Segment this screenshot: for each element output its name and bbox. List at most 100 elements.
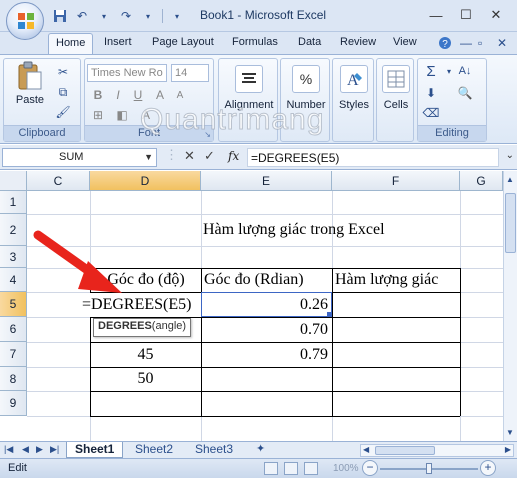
scroll-up-icon[interactable]: ▲ [506, 175, 514, 184]
row-header-4[interactable]: 4 [0, 268, 27, 292]
cancel-icon[interactable]: ✕ [184, 148, 195, 164]
row-header-6[interactable]: 6 [0, 317, 27, 342]
row-header-9[interactable]: 9 [0, 391, 27, 416]
font-size-box[interactable]: 14 [171, 64, 209, 82]
zoom-level[interactable]: 100% [333, 463, 359, 474]
row-header-5[interactable]: 5 [0, 292, 27, 317]
minimize-button[interactable]: — [421, 4, 451, 26]
clear-icon[interactable]: ⌫ [422, 105, 440, 121]
first-sheet-icon[interactable]: |◀ [4, 444, 13, 455]
font-grow-icon[interactable]: A [151, 87, 169, 103]
gridline [27, 214, 503, 215]
horizontal-scroll-thumb[interactable] [375, 446, 435, 455]
row-header-1[interactable]: 1 [0, 191, 27, 214]
table-border [90, 416, 460, 417]
fill-icon[interactable]: ⬇ [422, 85, 440, 101]
underline-icon[interactable]: U [129, 87, 147, 103]
row-header-2[interactable]: 2 [0, 214, 27, 246]
copy-icon[interactable]: ⧉ [54, 84, 72, 100]
scroll-left-icon[interactable]: ◀ [363, 445, 369, 454]
find-select-icon[interactable]: 🔍 [456, 85, 474, 101]
prev-sheet-icon[interactable]: ◀ [22, 444, 29, 455]
font-shrink-icon[interactable]: A [171, 87, 189, 103]
bold-icon[interactable]: B [89, 87, 107, 103]
zoom-slider-thumb[interactable] [426, 463, 432, 474]
drag-handle-icon[interactable]: ⋮ [165, 147, 178, 163]
autosum-icon[interactable]: Σ [422, 63, 440, 80]
insert-sheet-icon[interactable]: ✦ [248, 442, 273, 458]
horizontal-scrollbar[interactable]: ◀ ▶ [360, 444, 514, 457]
vertical-scroll-thumb[interactable] [505, 193, 516, 253]
ribbon-minimize-icon[interactable]: — [460, 36, 472, 50]
workbook-close-icon[interactable]: ✕ [497, 36, 507, 50]
close-button[interactable]: ✕ [481, 4, 511, 26]
customize-qat-icon[interactable]: ▾ [169, 8, 185, 24]
zoom-in-icon[interactable]: + [480, 460, 496, 476]
tab-data[interactable]: Data [298, 36, 321, 48]
ribbon-restore-icon[interactable]: ▫ [478, 36, 482, 50]
cell-d8[interactable]: 50 [90, 367, 201, 391]
last-sheet-icon[interactable]: ▶| [50, 444, 59, 455]
alignment-icon [235, 65, 263, 93]
tab-insert[interactable]: Insert [104, 36, 132, 48]
scroll-right-icon[interactable]: ▶ [505, 445, 511, 454]
sort-filter-icon[interactable]: A↓ [456, 63, 474, 79]
cut-icon[interactable]: ✂ [54, 64, 72, 80]
column-header-f[interactable]: F [332, 171, 460, 191]
enter-icon[interactable]: ✓ [204, 148, 215, 164]
cell-e4[interactable]: Góc đo (Rdian) [204, 268, 304, 292]
row-header-7[interactable]: 7 [0, 342, 27, 367]
select-all-corner[interactable] [0, 171, 27, 191]
format-painter-icon[interactable]: 🖌 [54, 104, 72, 120]
redo-dropdown-icon[interactable]: ▾ [140, 8, 156, 24]
italic-icon[interactable]: I [109, 87, 127, 103]
name-box-dropdown-icon[interactable]: ▼ [144, 152, 153, 162]
tab-page-layout[interactable]: Page Layout [152, 36, 214, 48]
zoom-out-icon[interactable]: − [362, 460, 378, 476]
scroll-down-icon[interactable]: ▼ [506, 428, 514, 437]
undo-icon[interactable]: ↶ [74, 8, 90, 24]
function-tooltip[interactable]: DEGREES(angle) [93, 318, 192, 337]
redo-icon[interactable]: ↷ [118, 8, 134, 24]
worksheet-grid[interactable]: C D E F G 1 2 3 4 5 6 7 8 9 Hàm lượng gi… [0, 103, 517, 441]
vertical-scrollbar[interactable]: ▲ ▼ [503, 171, 517, 441]
column-header-c[interactable]: C [27, 171, 90, 191]
cell-f4[interactable]: Hàm lượng giác [335, 268, 438, 292]
borders-icon[interactable]: ⊞ [89, 107, 107, 123]
sheet-tab-sheet2[interactable]: Sheet2 [127, 442, 181, 458]
formula-expand-icon[interactable]: ⌄ [506, 150, 514, 161]
office-button[interactable] [6, 2, 44, 40]
column-header-e[interactable]: E [201, 171, 332, 191]
normal-view-icon[interactable] [264, 462, 278, 475]
page-break-view-icon[interactable] [304, 462, 318, 475]
sheet-tab-sheet1[interactable]: Sheet1 [66, 442, 124, 458]
maximize-button[interactable]: ☐ [451, 4, 481, 26]
fill-color-icon[interactable]: ◧ [113, 107, 131, 123]
tab-view[interactable]: View [393, 36, 417, 48]
name-box[interactable]: SUM ▼ [2, 148, 157, 167]
formula-input[interactable]: =DEGREES(E5) [247, 148, 499, 167]
sheet-tab-sheet3[interactable]: Sheet3 [187, 442, 241, 458]
tab-formulas[interactable]: Formulas [232, 36, 278, 48]
cells-button[interactable]: Cells [378, 65, 414, 111]
column-header-g[interactable]: G [460, 171, 503, 191]
help-icon[interactable]: ? [438, 36, 452, 53]
page-layout-view-icon[interactable] [284, 462, 298, 475]
cell-d7[interactable]: 45 [90, 343, 201, 367]
tab-review[interactable]: Review [340, 36, 376, 48]
next-sheet-icon[interactable]: ▶ [36, 444, 43, 455]
paste-button[interactable]: Paste [8, 61, 52, 106]
row-header-3[interactable]: 3 [0, 246, 27, 268]
cell-e5[interactable]: 0.26 [201, 293, 328, 317]
cell-e6[interactable]: 0.70 [201, 318, 328, 342]
font-name-box[interactable]: Times New Ro [87, 64, 167, 82]
row-header-8[interactable]: 8 [0, 367, 27, 391]
save-icon[interactable] [52, 8, 68, 24]
insert-function-icon[interactable]: fx [228, 149, 239, 163]
column-header-d[interactable]: D [90, 171, 201, 191]
tab-home[interactable]: Home [48, 33, 94, 55]
cell-e7[interactable]: 0.79 [201, 343, 328, 367]
undo-dropdown-icon[interactable]: ▾ [96, 8, 112, 24]
styles-button[interactable]: A Styles [334, 65, 374, 111]
cell-title[interactable]: Hàm lượng giác trong Excel [203, 218, 385, 242]
